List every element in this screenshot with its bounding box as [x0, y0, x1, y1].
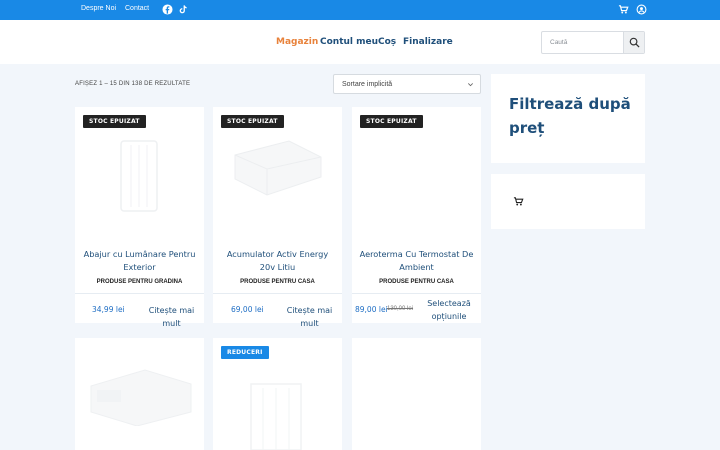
top-bar: Despre Noi Contact	[0, 0, 720, 20]
cart-widget	[491, 174, 645, 229]
product-category[interactable]: PRODUSE PENTRU GRADINA	[75, 279, 204, 285]
search-icon	[629, 37, 640, 48]
out-of-stock-badge: STOC EPUIZAT	[360, 115, 423, 128]
product-title[interactable]: Abajur cu Lumânare Pentru Exterior	[81, 248, 198, 274]
read-more-button[interactable]: Citește mai mult	[139, 304, 204, 330]
result-count: AFIȘEZ 1 – 15 DIN 138 DE REZULTATE	[75, 81, 191, 87]
tiktok-icon[interactable]	[177, 4, 188, 15]
product-card[interactable]	[352, 338, 481, 450]
search-button[interactable]	[623, 32, 644, 53]
widget-title: Filtrează după preț	[509, 95, 631, 137]
out-of-stock-badge: STOC EPUIZAT	[221, 115, 284, 128]
product-image[interactable]	[85, 356, 197, 426]
product-price: 34,99 lei	[92, 305, 125, 314]
price-filter-widget: Filtrează după preț	[491, 74, 645, 163]
product-image[interactable]	[241, 378, 311, 450]
cart-icon[interactable]	[618, 4, 629, 15]
product-card[interactable]: STOC EPUIZAT Acumulator Activ Energy 20v…	[213, 107, 342, 328]
product-category[interactable]: PRODUSE PENTRU CASA	[213, 279, 342, 285]
search-box	[541, 31, 645, 54]
product-card[interactable]	[75, 338, 204, 450]
topbar-link-contact[interactable]: Contact	[125, 5, 149, 12]
sale-badge: REDUCERI	[221, 346, 269, 359]
facebook-icon[interactable]	[162, 4, 173, 15]
select-options-button[interactable]: Selectează opțiunile	[422, 297, 476, 323]
nav-item-contul-meu[interactable]: Contul meu	[320, 37, 378, 47]
out-of-stock-badge: STOC EPUIZAT	[83, 115, 146, 128]
product-price: 89,00 lei	[355, 305, 388, 314]
product-price: 69,00 lei	[231, 305, 264, 314]
main-header: Magazin Contul meu Coș Finalizare	[0, 20, 720, 64]
product-card[interactable]: STOC EPUIZAT Abajur cu Lumânare Pentru E…	[75, 107, 204, 328]
chevron-down-icon	[468, 83, 473, 87]
search-input[interactable]	[542, 32, 624, 53]
nav-item-magazin[interactable]: Magazin	[276, 37, 318, 47]
product-category[interactable]: PRODUSE PENTRU CASA	[352, 279, 481, 285]
product-card[interactable]: REDUCERI	[213, 338, 342, 450]
cart-icon[interactable]	[513, 196, 524, 207]
nav-item-cos[interactable]: Coș	[378, 37, 396, 47]
product-title[interactable]: Acumulator Activ Energy 20v Litiu	[219, 248, 336, 274]
sort-select-value: Sortare implicită	[342, 81, 393, 88]
product-title[interactable]: Aeroterma Cu Termostat De Ambient	[358, 248, 475, 274]
product-card[interactable]: STOC EPUIZAT Aeroterma Cu Termostat De A…	[352, 107, 481, 323]
nav-item-finalizare[interactable]: Finalizare	[403, 37, 453, 47]
user-icon[interactable]	[636, 4, 647, 15]
topbar-link-despre-noi[interactable]: Despre Noi	[81, 5, 116, 12]
read-more-button[interactable]: Citește mai mult	[277, 304, 342, 330]
product-old-price: 130,00 lei	[387, 306, 414, 312]
sort-select[interactable]: Sortare implicită	[333, 74, 481, 94]
